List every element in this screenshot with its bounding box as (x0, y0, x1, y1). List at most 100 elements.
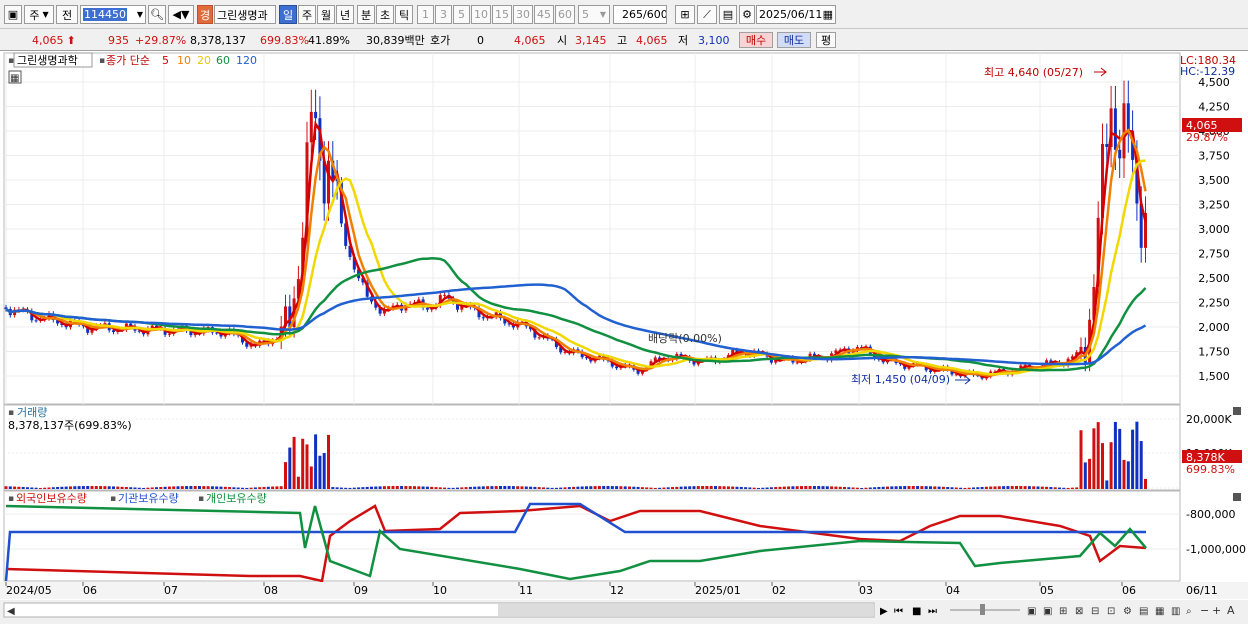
fast-forward-icon[interactable]: ⏭ (928, 606, 937, 617)
interval-button-5[interactable]: 5 (453, 5, 470, 24)
volume-bar (959, 487, 963, 489)
mode-select[interactable]: 주 ▼ (24, 5, 54, 24)
sell-button[interactable]: 매도 (777, 32, 811, 48)
speaker-icon[interactable]: ◀▼ (168, 5, 194, 24)
chevron-down-icon[interactable]: ▼ (137, 10, 143, 19)
window-menu-icon[interactable]: ▣ (4, 5, 22, 24)
volume-bar (468, 486, 472, 489)
price-tick: 2,500 (1198, 272, 1230, 285)
window-icon[interactable]: ▣ (1043, 606, 1052, 617)
layout-icon[interactable]: ▣ (1027, 606, 1036, 617)
line-tool-icon[interactable]: ⟋ (697, 5, 717, 24)
interval-button-30[interactable]: 30 (513, 5, 533, 24)
volume-bar (537, 487, 541, 489)
period-label: 주 (301, 8, 313, 22)
indicator-icon[interactable]: ⊟ (1091, 606, 1099, 617)
interval-button-60[interactable]: 60 (555, 5, 575, 24)
holding-panel[interactable] (3, 490, 1181, 582)
zoom-slider-handle[interactable] (980, 604, 985, 615)
search-icon[interactable]: 🔍︎ (148, 5, 166, 24)
period-tab-week[interactable]: 주 (298, 5, 316, 24)
volume-bar (606, 486, 610, 489)
volume-bar (17, 486, 21, 489)
legend-institution: 기관보유수량 (118, 492, 179, 505)
period-tab-year[interactable]: 년 (336, 5, 354, 24)
volume-bar (653, 487, 657, 489)
save-icon[interactable]: ▤ (719, 5, 737, 24)
volume-bar (752, 487, 756, 489)
period-tab-day[interactable]: 일 (279, 5, 297, 24)
panel-marker-icon: ▪ (8, 56, 14, 66)
chart-canvas[interactable]: ▪ 그린생명과학 ▪ 종가 단순 5 10 20 60 120 ▦ 최고 4,6… (0, 51, 1248, 621)
volume-bar (516, 486, 520, 489)
volume-bar (1036, 486, 1040, 489)
crosshair-tool-icon[interactable]: ⊞ (675, 5, 695, 24)
settings-icon[interactable]: ⚙ (1123, 606, 1132, 617)
stop-icon[interactable]: ■ (912, 606, 921, 617)
volume-panel[interactable] (3, 404, 1181, 491)
holding-panel-close-icon[interactable] (1233, 493, 1241, 501)
x-axis-label: 12 (610, 584, 624, 597)
volume-bar (94, 486, 98, 489)
price-tick: 1,500 (1198, 370, 1230, 383)
period-tab-minute[interactable]: 분 (357, 5, 375, 24)
period-tab-tick[interactable]: 틱 (395, 5, 413, 24)
volume-bar (1139, 441, 1143, 489)
split-icon[interactable]: ⊞ (1059, 606, 1067, 617)
volume-bar (236, 487, 240, 489)
period-tab-second[interactable]: 초 (376, 5, 394, 24)
interval-button-45[interactable]: 45 (534, 5, 554, 24)
volume-bar (464, 487, 468, 489)
evaluate-button[interactable]: 평 (816, 32, 836, 48)
font-size-icon[interactable]: A (1227, 604, 1235, 617)
volume-bar (1066, 487, 1070, 489)
gear-icon[interactable]: ⚙ (739, 5, 755, 24)
x-axis-right-label: 06/11 (1186, 584, 1218, 597)
volume-bar (477, 486, 481, 489)
date-input[interactable]: 2025/06/11 ▦ (756, 5, 836, 24)
zoom-in-icon[interactable]: + (1212, 604, 1221, 617)
rewind-icon[interactable]: ⏮ (894, 606, 903, 617)
tool-icon[interactable]: ⊠ (1075, 606, 1083, 617)
scroll-right-icon[interactable]: ▶ (880, 606, 888, 617)
zoom-icon[interactable]: ⌕ (1186, 606, 1192, 617)
volume-bar (778, 486, 782, 489)
range-button[interactable]: 전 (56, 5, 78, 24)
print-icon[interactable]: ▤ (1139, 606, 1148, 617)
volume-bar (1096, 422, 1100, 489)
volume-bar (520, 486, 524, 489)
volume-bar (391, 486, 395, 489)
legend-line-label: 종가 단순 (106, 54, 150, 67)
interval-button-10[interactable]: 10 (471, 5, 491, 24)
scroll-left-icon[interactable]: ◀ (7, 606, 15, 617)
buy-button[interactable]: 매수 (739, 32, 773, 48)
volume-bar (886, 486, 889, 489)
legend-ma20: 20 (197, 54, 211, 67)
volume-bar (941, 486, 945, 489)
interval-button-15[interactable]: 15 (492, 5, 512, 24)
interval-button-1[interactable]: 1 (417, 5, 434, 24)
chart-area[interactable]: ▪ 그린생명과학 ▪ 종가 단순 5 10 20 60 120 ▦ 최고 4,6… (0, 51, 1248, 621)
image-icon[interactable]: ▦ (1155, 606, 1164, 617)
count-input[interactable]: 265/600 (613, 5, 667, 24)
volume-bar (546, 487, 550, 489)
scrollbar-thumb[interactable] (498, 604, 874, 616)
volume-tick-20000k: 20,000K (1186, 413, 1232, 426)
volume-bar (481, 486, 485, 489)
volume-bar (1088, 458, 1092, 489)
interval-select[interactable]: 5 ▼ (578, 5, 610, 24)
chart-icon[interactable]: ▥ (1171, 606, 1180, 617)
volume-panel-close-icon[interactable] (1233, 407, 1241, 415)
interval-button-3[interactable]: 3 (435, 5, 452, 24)
volume-bar (327, 434, 330, 489)
zoom-out-icon[interactable]: − (1200, 604, 1209, 617)
price-tick: 3,250 (1198, 199, 1230, 212)
calendar-icon[interactable]: ▦ (823, 8, 833, 21)
period-tab-month[interactable]: 월 (317, 5, 335, 24)
volume-bar (623, 486, 627, 489)
volume-bar (524, 486, 528, 489)
compare-icon[interactable]: ⊡ (1107, 606, 1115, 617)
stock-code-input[interactable]: 114450 ▼ (80, 5, 146, 24)
volume-bar (903, 486, 907, 489)
volume-bar (860, 487, 864, 489)
